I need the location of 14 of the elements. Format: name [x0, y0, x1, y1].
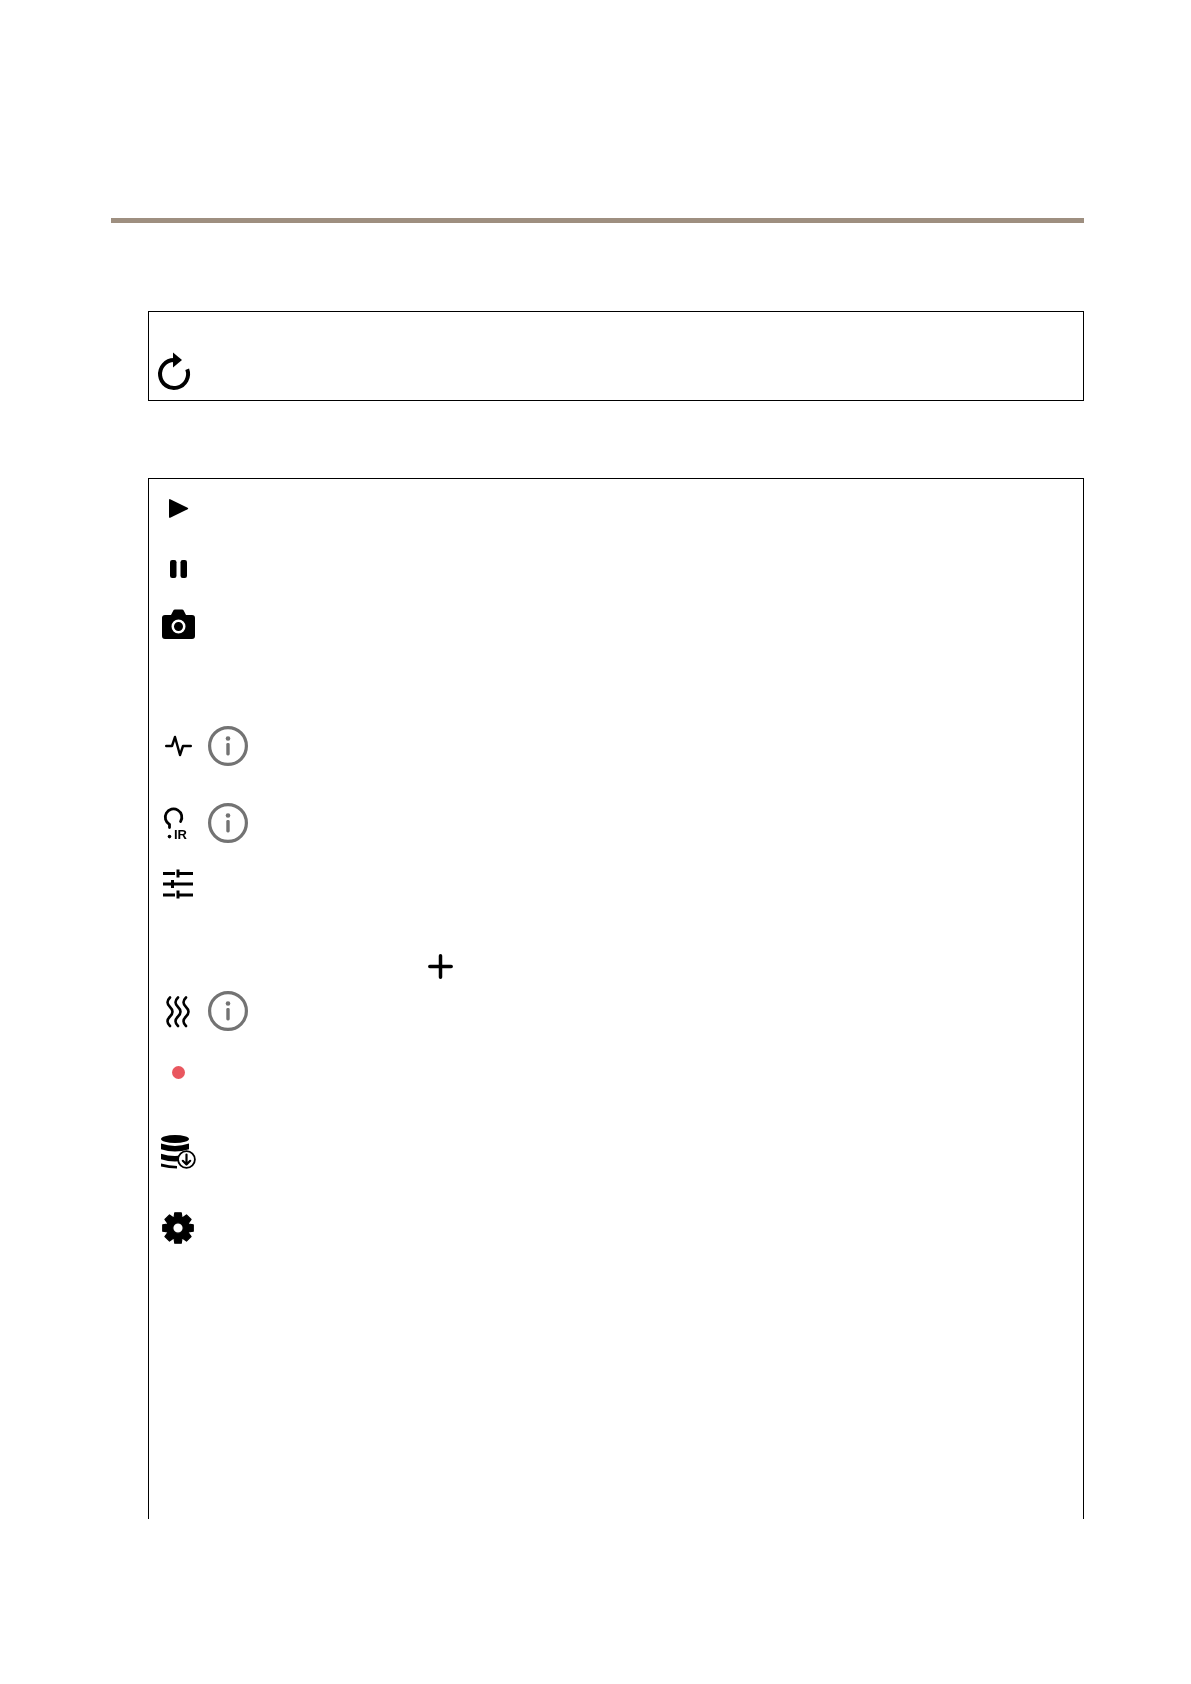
pulse-icon	[164, 734, 192, 758]
ir-label: IR	[174, 826, 187, 841]
info-icon	[208, 991, 248, 1031]
camera-icon	[161, 609, 195, 639]
play-icon	[167, 497, 189, 519]
info-icon	[208, 726, 248, 766]
heat-waves-icon	[165, 995, 191, 1027]
sliders-icon	[163, 869, 193, 899]
pause-icon	[169, 560, 187, 578]
refresh-icon	[157, 351, 191, 390]
gear-icon	[162, 1212, 194, 1244]
info-icon	[208, 803, 248, 843]
database-download-icon	[160, 1135, 196, 1169]
plus-icon	[427, 953, 453, 979]
